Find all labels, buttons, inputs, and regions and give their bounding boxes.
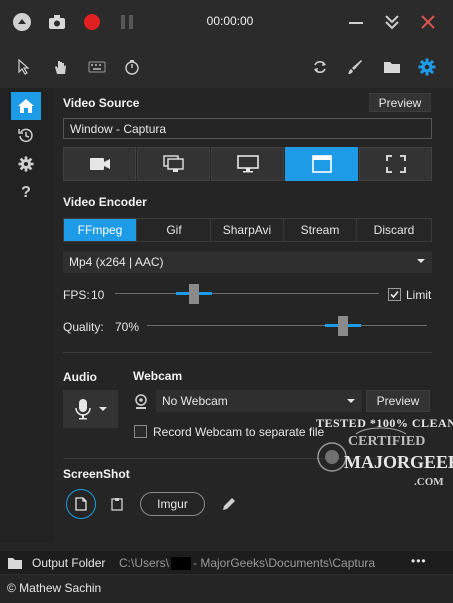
quality-label: Quality: <box>63 320 104 334</box>
refresh-icon[interactable] <box>310 57 330 77</box>
majorgeeks-watermark: TESTED *100% CLEAN CERTIFIED MAJORGEEKS … <box>310 412 453 500</box>
pencil-icon <box>222 497 236 511</box>
close-icon[interactable] <box>418 12 438 32</box>
fps-slider[interactable] <box>115 283 379 305</box>
history-icon <box>18 127 34 143</box>
webcam-select[interactable]: No Webcam <box>156 390 362 412</box>
microphone-icon <box>74 398 91 420</box>
folder-icon[interactable] <box>381 57 403 77</box>
record-button[interactable] <box>82 12 102 32</box>
imgur-button[interactable]: Imgur <box>140 492 205 516</box>
screenshot-title: ScreenShot <box>63 467 130 481</box>
fps-value: 10 <box>91 288 105 302</box>
watermark-line1: TESTED *100% CLEAN <box>316 416 453 430</box>
source-preview-button[interactable]: Preview <box>369 93 431 112</box>
source-camera-button[interactable] <box>63 147 136 181</box>
redacted-username <box>171 556 192 570</box>
chevron-down-icon <box>346 397 356 405</box>
webcam-title: Webcam <box>133 369 183 383</box>
pause-icon[interactable] <box>117 12 137 32</box>
camera-icon[interactable] <box>47 12 67 32</box>
limit-checkbox[interactable] <box>388 288 401 301</box>
divider <box>63 352 432 353</box>
edit-button[interactable] <box>220 495 238 513</box>
monitor-icon <box>236 155 259 173</box>
quality-slider[interactable] <box>147 315 427 337</box>
tab-discard[interactable]: Discard <box>357 219 431 241</box>
codec-select[interactable]: Mp4 (x264 | AAC) <box>63 251 432 273</box>
settings-icon[interactable] <box>417 57 437 77</box>
fps-slider-thumb[interactable] <box>189 284 199 304</box>
webcam-select-value: No Webcam <box>162 394 228 408</box>
clipboard-button[interactable] <box>108 495 126 513</box>
path-suffix: - MajorGeeks\Documents\Captura <box>193 556 376 570</box>
window-icon <box>311 155 332 173</box>
hand-icon[interactable] <box>50 57 70 77</box>
minimize-circle-icon[interactable] <box>12 12 32 32</box>
sidebar-item-help[interactable]: ? <box>11 179 41 207</box>
webcam-preview-button[interactable]: Preview <box>366 390 430 412</box>
keyboard-icon[interactable] <box>86 57 108 77</box>
limit-label: Limit <box>406 288 432 302</box>
source-region-button[interactable] <box>137 147 210 181</box>
video-camera-icon <box>89 157 111 171</box>
timer-icon[interactable] <box>122 57 142 77</box>
recording-timer: 00:00:00 <box>206 14 254 28</box>
source-fullscreen-button[interactable] <box>359 147 432 181</box>
audio-dropdown-button[interactable] <box>63 390 118 428</box>
save-to-disk-button[interactable] <box>66 489 96 519</box>
record-webcam-label: Record Webcam to separate file <box>153 425 325 439</box>
source-window-button[interactable] <box>285 147 358 181</box>
title-bar: 00:00:00 <box>0 0 453 44</box>
codec-select-value: Mp4 (x264 | AAC) <box>69 255 164 269</box>
fullscreen-icon <box>385 155 406 173</box>
sidebar: ? <box>0 88 53 543</box>
chevron-down-icon <box>416 257 426 265</box>
webcam-icon <box>133 393 149 411</box>
fps-label: FPS: <box>63 288 90 302</box>
toolbar <box>0 44 453 88</box>
video-source-title: Video Source <box>63 96 140 110</box>
tab-stream[interactable]: Stream <box>284 219 357 241</box>
help-icon: ? <box>21 184 31 201</box>
file-icon <box>75 497 87 511</box>
chevron-down-icon <box>98 406 107 412</box>
clipboard-icon <box>111 497 123 511</box>
screen-region-icon <box>162 155 185 173</box>
tab-gif[interactable]: Gif <box>138 219 211 241</box>
tab-ffmpeg[interactable]: FFmpeg <box>64 219 137 241</box>
folder-icon <box>6 555 24 571</box>
more-options-button[interactable]: ••• <box>411 554 427 568</box>
sidebar-item-home[interactable] <box>11 92 41 120</box>
quality-slider-thumb[interactable] <box>338 316 348 336</box>
output-folder-path[interactable]: C:\Users\ - MajorGeeks\Documents\Captura <box>119 556 375 570</box>
collapse-icon[interactable] <box>346 12 366 32</box>
author-credit: © Mathew Sachin <box>7 581 102 595</box>
source-monitor-button[interactable] <box>211 147 284 181</box>
status-bar: Output Folder C:\Users\ - MajorGeeks\Doc… <box>0 551 453 574</box>
cursor-icon[interactable] <box>14 57 34 77</box>
tab-sharpavi[interactable]: SharpAvi <box>211 219 284 241</box>
home-icon <box>17 98 35 114</box>
watermark-line2: CERTIFIED <box>348 434 426 449</box>
record-webcam-checkbox[interactable] <box>134 425 147 438</box>
watermark-line3: MAJORGEEKS <box>344 452 453 472</box>
video-encoder-title: Video Encoder <box>63 195 147 209</box>
settings-icon <box>18 156 34 172</box>
audio-title: Audio <box>63 370 97 384</box>
brush-icon[interactable] <box>345 57 365 77</box>
quality-value: 70% <box>115 320 140 334</box>
video-source-field[interactable]: Window - Captura <box>63 118 432 139</box>
path-prefix: C:\Users\ <box>119 556 170 570</box>
output-folder-label[interactable]: Output Folder <box>32 556 105 570</box>
checkmark-icon <box>389 289 400 300</box>
footer: © Mathew Sachin <box>0 574 453 603</box>
sidebar-item-settings[interactable] <box>11 150 41 178</box>
sidebar-item-history[interactable] <box>11 121 41 149</box>
chevron-double-down-icon[interactable] <box>382 11 402 33</box>
watermark-line4: .COM <box>414 476 444 488</box>
